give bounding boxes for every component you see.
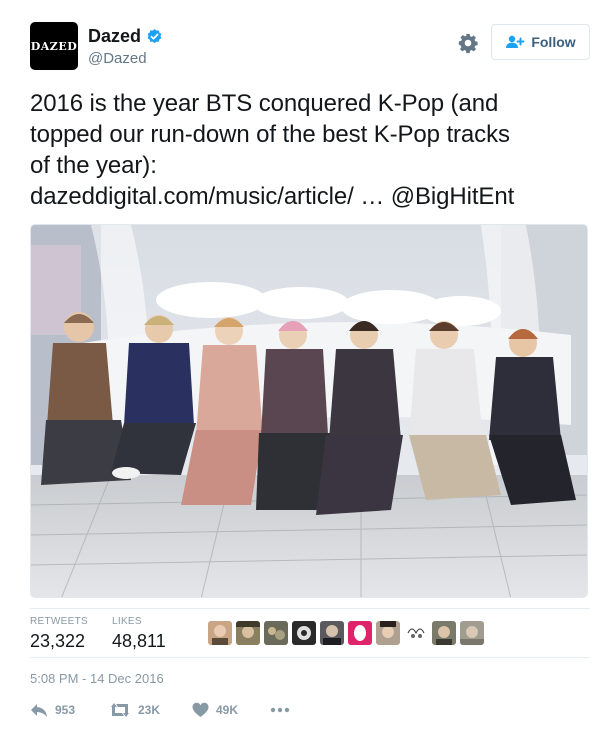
tweet-link-line: dazeddigital.com/music/article/ … @BigHi… <box>30 181 590 212</box>
follow-button[interactable]: Follow <box>491 24 590 60</box>
retweet-count: 23K <box>138 703 161 717</box>
group-photo-illustration <box>31 225 587 597</box>
liker-avatar[interactable] <box>432 621 456 645</box>
liker-avatar[interactable] <box>208 621 232 645</box>
tweet-header: DAZED Dazed @Dazed Follow <box>30 22 590 72</box>
tweet-stats: RETWEETS 23,322 LIKES 48,811 <box>30 608 590 656</box>
verified-badge-icon <box>147 29 162 44</box>
retweet-icon <box>111 703 129 717</box>
liker-avatar[interactable] <box>264 621 288 645</box>
add-user-icon <box>506 35 525 48</box>
retweets-stat[interactable]: RETWEETS 23,322 <box>30 616 88 652</box>
tweet-line: topped our run-down of the best K-Pop tr… <box>30 121 510 148</box>
likers-avatars <box>208 621 484 645</box>
liker-avatar[interactable] <box>292 621 316 645</box>
reply-count: 953 <box>55 703 76 717</box>
gear-icon[interactable] <box>457 32 479 54</box>
stats-divider <box>30 657 590 658</box>
reply-icon <box>31 704 47 717</box>
like-button[interactable]: 49K <box>192 702 238 718</box>
follow-button-label: Follow <box>531 34 576 50</box>
liker-avatar[interactable] <box>348 621 372 645</box>
retweet-button[interactable]: 23K <box>109 702 160 718</box>
liker-avatar[interactable] <box>376 621 400 645</box>
tweet-actions: 953 23K 49K <box>30 702 590 726</box>
account-name-block[interactable]: Dazed @Dazed <box>88 26 163 67</box>
more-button[interactable] <box>270 702 290 718</box>
retweets-count: 23,322 <box>30 631 86 651</box>
more-dots-icon <box>270 707 290 713</box>
likes-label: LIKES <box>112 616 142 627</box>
display-name[interactable]: Dazed <box>88 26 141 47</box>
like-count: 49K <box>216 703 239 717</box>
article-link[interactable]: dazeddigital.com/music/article/ <box>30 183 354 210</box>
heart-icon <box>192 702 209 717</box>
tweet-timestamp[interactable]: 5:08 PM - 14 Dec 2016 <box>30 671 164 686</box>
account-handle[interactable]: @Dazed <box>88 50 163 67</box>
tweet-text: 2016 is the year BTS conquered K-Pop (an… <box>30 88 590 212</box>
reply-button[interactable]: 953 <box>30 702 75 718</box>
liker-avatar[interactable] <box>320 621 344 645</box>
likes-count: 48,811 <box>112 631 166 651</box>
avatar-logo-text: DAZED <box>30 39 78 53</box>
tweet-photo[interactable] <box>30 224 588 598</box>
tweet-line: of the year): <box>30 152 157 179</box>
avatar[interactable]: DAZED <box>30 22 78 70</box>
liker-avatar[interactable] <box>404 621 428 645</box>
likes-stat[interactable]: LIKES 48,811 <box>112 616 166 652</box>
mention-link[interactable]: @BigHitEnt <box>391 183 515 210</box>
tweet-line: 2016 is the year BTS conquered K-Pop (an… <box>30 90 499 117</box>
retweets-label: RETWEETS <box>30 616 88 627</box>
display-name-row[interactable]: Dazed <box>88 26 163 47</box>
link-ellipsis: … <box>353 183 391 210</box>
liker-avatar[interactable] <box>460 621 484 645</box>
liker-avatar[interactable] <box>236 621 260 645</box>
